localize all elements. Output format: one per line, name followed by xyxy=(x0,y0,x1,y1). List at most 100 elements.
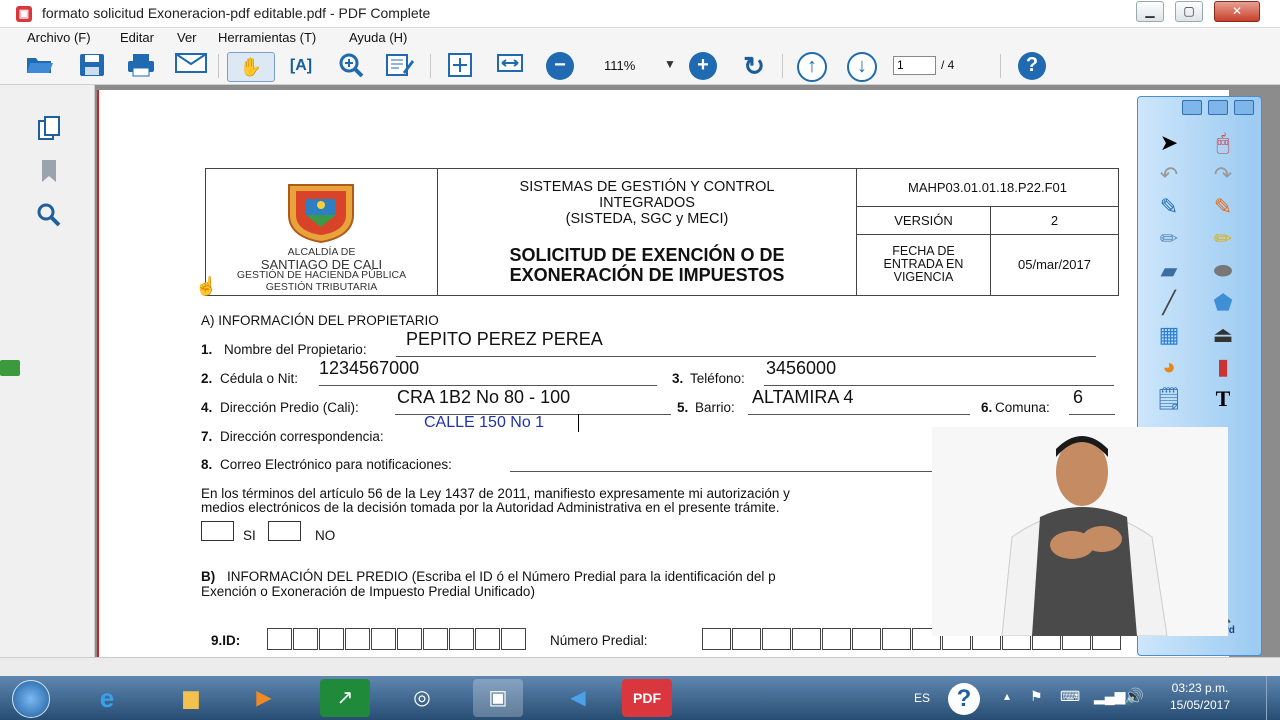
stats-app-icon[interactable]: ↗ xyxy=(320,679,370,717)
save-icon[interactable] xyxy=(77,52,107,80)
zoom-out-icon[interactable]: − xyxy=(546,52,574,80)
bar-chart-icon[interactable]: ▮ xyxy=(1204,351,1242,383)
hand-icon[interactable]: ✋ xyxy=(227,52,275,82)
pdf-complete-taskbar-icon[interactable]: PDF xyxy=(622,679,672,717)
si-checkbox[interactable] xyxy=(201,521,234,541)
device-icon[interactable]: ⌨ xyxy=(1060,688,1080,705)
screen-capture-icon[interactable]: ▣ xyxy=(473,679,523,717)
volume-icon[interactable]: 🔊 xyxy=(1124,687,1144,707)
show-desktop-button[interactable] xyxy=(1266,676,1280,720)
rotate-icon[interactable]: ↻ xyxy=(739,52,769,80)
page-number-input[interactable]: 1 xyxy=(893,56,936,75)
spotlight-icon[interactable]: ⏏ xyxy=(1204,319,1242,351)
fit-width-icon[interactable] xyxy=(495,52,525,80)
panel-minimize-button[interactable] xyxy=(1182,100,1202,115)
eraser-icon[interactable]: ⬬ xyxy=(1204,255,1242,287)
folder-open-icon[interactable] xyxy=(25,52,55,80)
chart-icon[interactable]: ▦ xyxy=(1150,319,1188,351)
redo-icon[interactable]: ↷ xyxy=(1204,159,1242,191)
mail-icon[interactable] xyxy=(175,52,207,80)
digit-box[interactable] xyxy=(882,628,911,650)
panel-toggle-arrow-icon[interactable] xyxy=(0,360,20,376)
notepad-icon[interactable]: 🗒 xyxy=(1150,383,1188,415)
digit-box[interactable] xyxy=(702,628,731,650)
next-page-icon[interactable]: ↓ xyxy=(847,52,877,82)
print-icon[interactable] xyxy=(126,52,156,80)
flag-icon[interactable]: ⚑ xyxy=(1030,688,1043,705)
horizontal-scrollbar[interactable] xyxy=(0,657,1280,676)
previous-page-icon[interactable]: ↑ xyxy=(797,52,827,82)
brush-icon[interactable]: ▰ xyxy=(1150,255,1188,287)
pie-chart-icon[interactable]: ◕ xyxy=(1150,351,1188,383)
fit-page-icon[interactable] xyxy=(445,52,475,80)
address-field[interactable]: CRA 1B2 No 80 - 100 xyxy=(395,385,671,415)
menu-editar[interactable]: Editar xyxy=(120,30,154,45)
chevron-down-icon[interactable]: ▼ xyxy=(664,57,676,71)
menu-herramientas[interactable]: Herramientas (T) xyxy=(218,30,316,45)
pencil-icon[interactable]: ✏ xyxy=(1150,223,1188,255)
phone-field[interactable]: 3456000 xyxy=(764,356,1114,386)
digit-box[interactable] xyxy=(852,628,881,650)
digit-box[interactable] xyxy=(792,628,821,650)
pen-icon[interactable]: ✎ xyxy=(1150,191,1188,223)
text-tool-icon[interactable]: T xyxy=(1204,383,1242,415)
zoom-in-icon[interactable]: + xyxy=(689,52,717,80)
pointer-arrow-icon[interactable]: ➤ xyxy=(1150,127,1188,159)
pages-icon[interactable] xyxy=(36,115,62,141)
menu-ver[interactable]: Ver xyxy=(177,30,197,45)
zoom-icon[interactable] xyxy=(336,52,366,80)
id-digit-boxes[interactable] xyxy=(267,628,531,652)
file-explorer-icon[interactable]: ▆ xyxy=(166,679,216,717)
highlighter-icon[interactable]: ✏ xyxy=(1204,223,1242,255)
digit-box[interactable] xyxy=(345,628,370,650)
panel-restore-button[interactable] xyxy=(1208,100,1228,115)
menu-archivo[interactable]: Archivo (F) xyxy=(27,30,91,45)
text-select-icon[interactable]: [A] xyxy=(286,52,316,80)
digit-box[interactable] xyxy=(732,628,761,650)
presentation-app-icon[interactable]: ◀ xyxy=(553,679,603,717)
help-tray-icon[interactable]: ? xyxy=(948,683,980,715)
digit-box[interactable] xyxy=(293,628,318,650)
start-button[interactable] xyxy=(12,680,50,718)
zoom-level[interactable]: 111% xyxy=(604,58,635,73)
digit-box[interactable] xyxy=(397,628,422,650)
minimize-button[interactable]: ▁ xyxy=(1136,1,1164,22)
clock-time[interactable]: 03:23 p.m. xyxy=(1164,681,1236,695)
clock-date[interactable]: 15/05/2017 xyxy=(1164,698,1236,712)
no-checkbox[interactable] xyxy=(268,521,301,541)
digit-box[interactable] xyxy=(319,628,344,650)
search-icon[interactable] xyxy=(36,202,62,228)
digit-box[interactable] xyxy=(822,628,851,650)
close-button[interactable]: ✕ xyxy=(1214,1,1260,22)
mouse-icon[interactable]: 🖱 xyxy=(1204,127,1242,159)
panel-close-button[interactable] xyxy=(1234,100,1254,115)
digit-box[interactable] xyxy=(423,628,448,650)
undo-icon[interactable]: ↶ xyxy=(1150,159,1188,191)
digit-box[interactable] xyxy=(475,628,500,650)
mailing-address-field[interactable]: CALLE 150 No 1 xyxy=(424,412,784,434)
network-app-icon[interactable]: ◎ xyxy=(397,679,447,717)
maximize-button[interactable]: ▢ xyxy=(1175,1,1203,22)
internet-explorer-icon[interactable]: e xyxy=(82,679,132,717)
digit-box[interactable] xyxy=(449,628,474,650)
edit-icon[interactable] xyxy=(385,52,415,80)
bookmark-icon[interactable] xyxy=(36,159,62,185)
media-player-icon[interactable]: ▶ xyxy=(239,679,289,717)
digit-box[interactable] xyxy=(762,628,791,650)
barrio-field[interactable]: ALTAMIRA 4 xyxy=(748,385,970,415)
language-indicator[interactable]: ES xyxy=(914,691,930,705)
owner-name-field[interactable]: PEPITO PEREZ PEREA xyxy=(396,326,1096,357)
marker-icon[interactable]: ✎ xyxy=(1204,191,1242,223)
digit-box[interactable] xyxy=(501,628,526,650)
line-icon[interactable]: ╱ xyxy=(1150,287,1188,319)
id-field[interactable]: 1234567000 xyxy=(319,356,657,386)
shape-icon[interactable]: ⬟ xyxy=(1204,287,1242,319)
tray-expand-icon[interactable]: ▴ xyxy=(1004,689,1010,703)
digit-box[interactable] xyxy=(371,628,396,650)
email-field[interactable] xyxy=(510,455,935,472)
digit-box[interactable] xyxy=(267,628,292,650)
menu-ayuda[interactable]: Ayuda (H) xyxy=(349,30,407,45)
comuna-field[interactable]: 6 xyxy=(1069,385,1115,415)
network-signal-icon[interactable]: ▂▄▆ xyxy=(1094,688,1125,705)
help-icon[interactable]: ? xyxy=(1018,52,1046,80)
